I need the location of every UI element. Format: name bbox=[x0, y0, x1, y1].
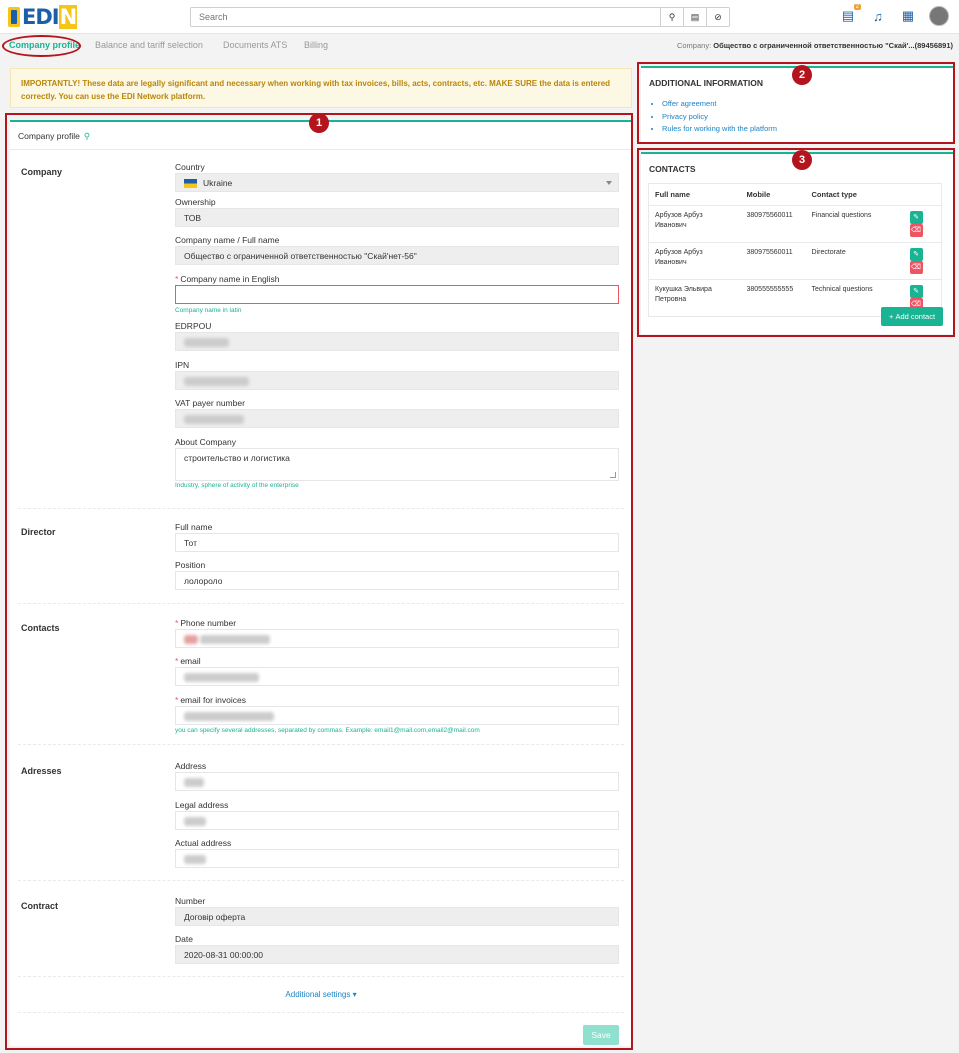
search-input[interactable] bbox=[191, 8, 661, 26]
logo-text-n: N bbox=[58, 5, 78, 29]
save-search-icon[interactable]: ▤ bbox=[683, 8, 706, 26]
tab-documents-ats[interactable]: Documents ATS bbox=[223, 40, 287, 50]
current-company: Company: Общество с ограниченной ответст… bbox=[676, 41, 953, 50]
logo-text: EDI bbox=[22, 5, 60, 29]
annotation-number-2: 2 bbox=[792, 65, 812, 85]
clear-search-icon[interactable]: ⊘ bbox=[706, 8, 729, 26]
top-bar: EDIN ⚲ ▤ ⊘ ▤2 ♫ ▦ bbox=[0, 0, 959, 34]
notification-badge: 2 bbox=[853, 4, 861, 10]
annotation-box-3 bbox=[637, 148, 955, 337]
documents-icon[interactable]: ▤ 2 bbox=[839, 4, 861, 25]
tab-billing[interactable]: Billing bbox=[304, 40, 328, 50]
tab-highlight-circle bbox=[2, 35, 81, 57]
top-icons: ▤ 2 ♫ ▦ bbox=[839, 4, 949, 26]
trident-icon bbox=[8, 7, 20, 27]
apps-grid-icon[interactable]: ▦ bbox=[899, 7, 917, 25]
warning-banner: IMPORTANTLY! These data are legally sign… bbox=[10, 68, 632, 108]
company-name: Общество с ограниченной ответственностью… bbox=[713, 41, 953, 50]
edin-logo[interactable]: EDIN bbox=[8, 5, 78, 29]
annotation-number-3: 3 bbox=[792, 150, 812, 170]
annotation-box-1 bbox=[5, 113, 633, 1050]
tab-balance[interactable]: Balance and tariff selection bbox=[95, 40, 203, 50]
search-icon[interactable]: ⚲ bbox=[660, 8, 683, 26]
annotation-number-1: 1 bbox=[309, 113, 329, 133]
avatar[interactable] bbox=[929, 6, 949, 26]
search-box: ⚲ ▤ ⊘ bbox=[190, 7, 730, 27]
bell-icon[interactable]: ♫ bbox=[869, 7, 887, 25]
